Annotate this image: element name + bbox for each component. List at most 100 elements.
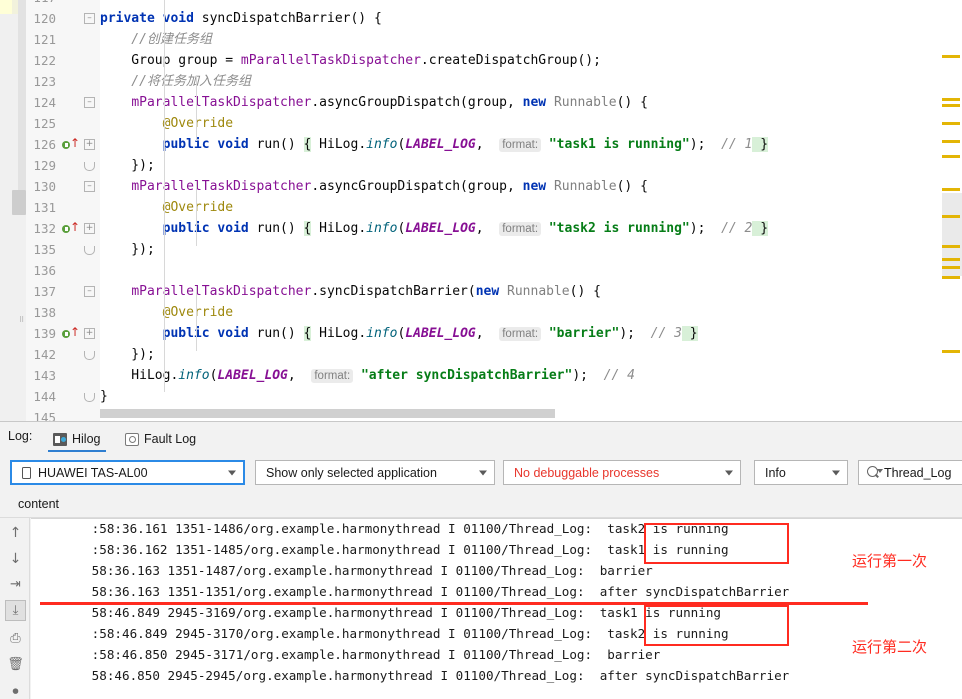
scroll-up-icon[interactable]: ↑ [5, 522, 26, 543]
gutter-line[interactable]: 126 ↑ + [26, 134, 100, 155]
gutter-line[interactable]: 138 [26, 302, 100, 323]
log-level-selector[interactable]: Info [754, 460, 848, 485]
gutter-line[interactable]: 117 [26, 0, 100, 8]
gutter-line[interactable]: 121 [26, 29, 100, 50]
gutter-line[interactable]: 130 – [26, 176, 100, 197]
scope-selector[interactable]: Show only selected application [255, 460, 495, 485]
log-row[interactable]: :58:46.850 2945-3171/org.example.harmony… [31, 644, 962, 665]
tab-fault-log[interactable]: Fault Log [120, 426, 201, 452]
screenshot-icon[interactable]: ⏺ [5, 680, 26, 699]
fold-collapse-icon[interactable]: – [84, 286, 95, 297]
editor-gutter[interactable]: 117 120 – 121 122 123 124 – 125 126 ↑ +129 130 – 131 13… [26, 0, 100, 421]
gutter-line[interactable]: 142 [26, 344, 100, 365]
code-marker[interactable] [942, 258, 960, 261]
code-marker[interactable] [942, 276, 960, 279]
fold-collapse-icon[interactable]: – [84, 181, 95, 192]
print-icon[interactable]: ⎙ [5, 628, 26, 649]
fold-expand-icon[interactable]: + [84, 223, 95, 234]
code-line[interactable]: private void syncDispatchBarrier() { [100, 8, 930, 29]
log-package: /org.example.harmonythread [243, 542, 449, 557]
code-line[interactable]: public void run() { HiLog.info(LABEL_LOG… [100, 134, 930, 155]
log-row[interactable]: 58:36.163 1351-1351/org.example.harmonyt… [31, 581, 962, 602]
code-editor[interactable]: ⠿ 117 120 – 121 122 123 124 – 125 126 ↑ +129 130 – 131… [0, 0, 962, 421]
process-selector[interactable]: No debuggable processes [503, 460, 741, 485]
code-line[interactable]: @Override [100, 302, 930, 323]
code-line[interactable] [100, 0, 930, 8]
gutter-line[interactable]: 120 – [26, 8, 100, 29]
editor-vertical-scrollbar-thumb[interactable] [12, 190, 26, 215]
log-package: /org.example.harmonythread [235, 605, 441, 620]
gutter-line[interactable]: 131 [26, 197, 100, 218]
code-line[interactable]: //创建任务组 [100, 29, 930, 50]
code-line[interactable]: @Override [100, 197, 930, 218]
scroll-to-end-icon[interactable]: ⤓ [5, 600, 26, 621]
code-line[interactable]: public void run() { HiLog.info(LABEL_LOG… [100, 218, 930, 239]
code-line[interactable]: mParallelTaskDispatcher.asyncGroupDispat… [100, 176, 930, 197]
fold-expand-icon[interactable]: + [84, 328, 95, 339]
fold-collapse-icon[interactable]: – [84, 13, 95, 24]
gutter-line[interactable]: 136 [26, 260, 100, 281]
gutter-line[interactable]: 124 – [26, 92, 100, 113]
gutter-line[interactable]: 122 [26, 50, 100, 71]
gutter-line[interactable]: 137 – [26, 281, 100, 302]
run-gutter-icon[interactable]: ↑ [62, 137, 80, 151]
code-marker[interactable] [942, 140, 960, 143]
log-row[interactable]: 58:36.163 1351-1487/org.example.harmonyt… [31, 560, 962, 581]
code-marker[interactable] [942, 104, 960, 107]
run-gutter-icon[interactable]: ↑ [62, 326, 80, 340]
gutter-line[interactable]: 145 [26, 407, 100, 421]
log-row[interactable]: 58:46.849 2945-3169/org.example.harmonyt… [31, 602, 962, 623]
code-line[interactable] [100, 260, 930, 281]
code-marker[interactable] [942, 155, 960, 158]
scroll-down-icon[interactable]: ↓ [5, 548, 26, 569]
code-line[interactable]: Group group = mParallelTaskDispatcher.cr… [100, 50, 930, 71]
log-output-list[interactable]: :58:36.161 1351-1486/org.example.harmony… [31, 518, 962, 699]
tab-hilog[interactable]: Hilog [48, 426, 106, 452]
code-line[interactable]: //将任务加入任务组 [100, 71, 930, 92]
gutter-line[interactable]: 139 ↑ + [26, 323, 100, 344]
code-line[interactable]: public void run() { HiLog.info(LABEL_LOG… [100, 323, 930, 344]
gutter-line[interactable]: 143 [26, 365, 100, 386]
device-selector[interactable]: HUAWEI TAS-AL00 [10, 460, 245, 485]
log-search-input[interactable]: Thread_Log [858, 460, 962, 485]
code-line[interactable]: }); [100, 344, 930, 365]
log-row[interactable]: :58:46.849 2945-3170/org.example.harmony… [31, 623, 962, 644]
code-marker[interactable] [942, 55, 960, 58]
fold-end-icon[interactable] [84, 162, 95, 171]
code-line[interactable]: @Override [100, 113, 930, 134]
code-line[interactable]: }); [100, 155, 930, 176]
code-line[interactable]: mParallelTaskDispatcher.syncDispatchBarr… [100, 281, 930, 302]
code-marker[interactable] [942, 350, 960, 353]
gutter-line[interactable]: 135 [26, 239, 100, 260]
log-row[interactable]: :58:36.162 1351-1485/org.example.harmony… [31, 539, 962, 560]
code-line[interactable]: HiLog.info(LABEL_LOG, format: "after syn… [100, 365, 930, 386]
log-row[interactable]: :58:36.161 1351-1486/org.example.harmony… [31, 518, 962, 539]
fold-end-icon[interactable] [84, 351, 95, 360]
code-line[interactable]: } [100, 386, 930, 405]
fold-end-icon[interactable] [84, 393, 95, 402]
gutter-line[interactable]: 132 ↑ + [26, 218, 100, 239]
gutter-line[interactable]: 125 [26, 113, 100, 134]
editor-horizontal-scrollbar-thumb[interactable] [100, 409, 555, 418]
fold-collapse-icon[interactable]: – [84, 97, 95, 108]
code-marker[interactable] [942, 122, 960, 125]
gutter-line[interactable]: 144 [26, 386, 100, 407]
code-line[interactable]: }); [100, 239, 930, 260]
code-marker[interactable] [942, 266, 960, 269]
clear-all-icon[interactable]: 🗑 [5, 654, 26, 675]
gutter-line[interactable]: 129 [26, 155, 100, 176]
code-line[interactable]: mParallelTaskDispatcher.asyncGroupDispat… [100, 92, 930, 113]
soft-wrap-icon[interactable]: ⇥ [5, 574, 26, 595]
run-gutter-icon[interactable]: ↑ [62, 221, 80, 235]
fold-expand-icon[interactable]: + [84, 139, 95, 150]
code-marker[interactable] [942, 98, 960, 101]
gutter-line[interactable]: 123 [26, 71, 100, 92]
editor-resize-grip-icon[interactable]: ⠿ [19, 317, 26, 330]
editor-marker-gutter[interactable] [930, 0, 962, 421]
log-row[interactable]: 58:46.850 2945-2945/org.example.harmonyt… [31, 665, 962, 686]
fold-end-icon[interactable] [84, 246, 95, 255]
code-marker[interactable] [942, 215, 960, 218]
code-text-area[interactable]: private void syncDispatchBarrier() { //创… [100, 0, 930, 405]
code-marker[interactable] [942, 188, 960, 191]
code-marker[interactable] [942, 245, 960, 248]
